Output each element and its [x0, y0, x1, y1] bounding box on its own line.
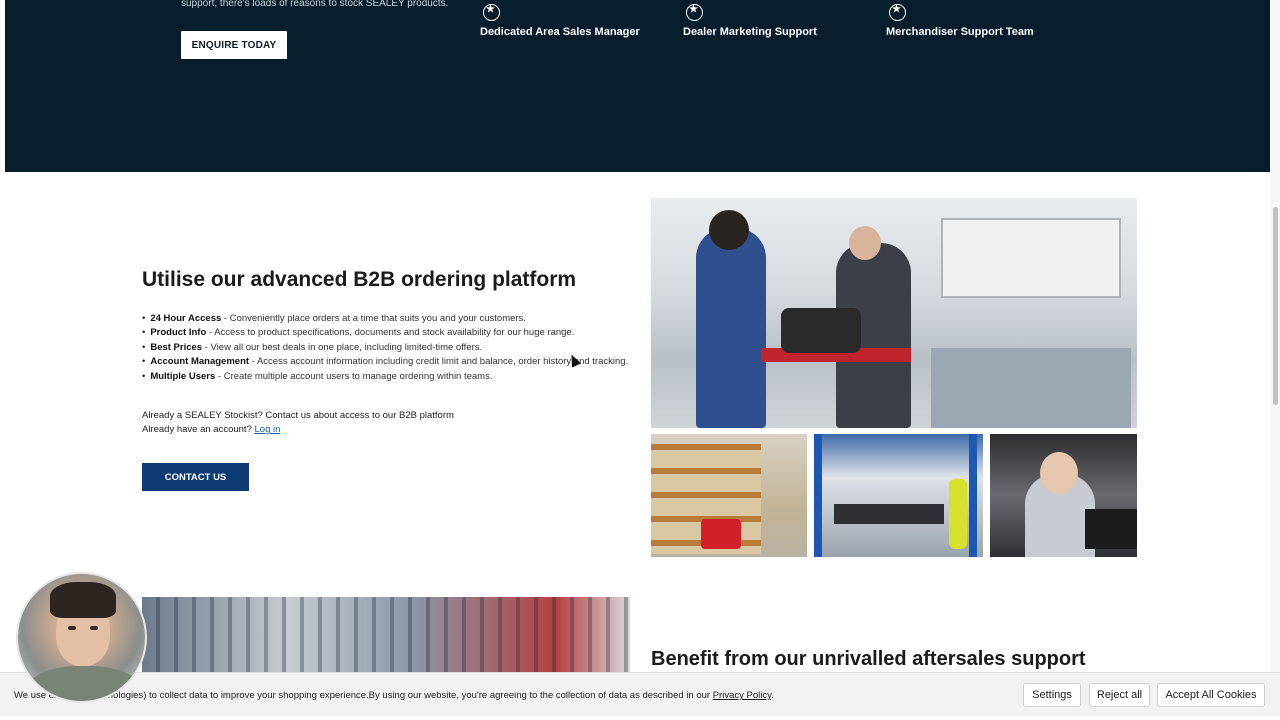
webcam-overlay [16, 572, 147, 703]
cookie-settings-button[interactable]: Settings [1023, 683, 1081, 707]
aftersales-section-title: Benefit from our unrivalled aftersales s… [651, 648, 1086, 670]
workshop-photo [651, 198, 1137, 428]
list-item: Best Prices - View all our best deals in… [142, 341, 628, 355]
page: support, there's loads of reasons to sto… [0, 0, 1280, 720]
call-centre-photo [990, 434, 1137, 557]
list-item-desc: - View all our best deals in one place, … [202, 341, 483, 353]
badge-icon [483, 4, 500, 21]
webcam-shirt [28, 666, 140, 701]
cookie-text-body: er similar technologies) to collect data… [48, 690, 713, 701]
cookie-text-suffix: . [771, 690, 774, 701]
list-item: 24 Hour Access - Conveniently place orde… [142, 312, 628, 326]
webcam-hair [50, 582, 116, 618]
list-item-term: Best Prices [150, 341, 203, 353]
badge-icon [889, 4, 906, 21]
stockist-contact-text: Already a SEALEY Stockist? Contact us ab… [142, 410, 454, 421]
list-item-term: Account Management [150, 356, 250, 368]
b2b-section-title: Utilise our advanced B2B ordering platfo… [142, 268, 577, 291]
list-item-desc: - Create multiple account users to manag… [215, 370, 493, 382]
cookie-consent-bar: We use er similar technologies) to colle… [0, 672, 1280, 716]
tools-display-photo [142, 597, 630, 677]
badge-icon [686, 4, 703, 21]
feature-dealer-marketing: Dealer Marketing Support [683, 4, 817, 38]
accept-all-cookies-button[interactable]: Accept All Cookies [1157, 683, 1265, 707]
feature-label: Dealer Marketing Support [683, 26, 817, 38]
feature-merchandiser-team: Merchandiser Support Team [886, 4, 1034, 38]
list-item-term: 24 Hour Access [150, 313, 222, 324]
list-item-desc: - Conveniently place orders at a time th… [221, 313, 526, 324]
webcam-eye [90, 626, 98, 630]
list-item: Product Info - Access to product specifi… [142, 326, 628, 340]
feature-label: Merchandiser Support Team [886, 26, 1034, 38]
stockist-benefits-band: support, there's loads of reasons to sto… [5, 0, 1270, 172]
list-item: Multiple Users - Create multiple account… [142, 370, 628, 384]
list-item-term: Multiple Users [150, 370, 216, 382]
storage-photo [814, 434, 983, 557]
warehouse-photo [651, 434, 807, 557]
list-item: Account Management - Access account info… [142, 355, 628, 369]
reject-all-button[interactable]: Reject all [1089, 683, 1150, 707]
feature-label: Dedicated Area Sales Manager [480, 26, 640, 38]
privacy-policy-link[interactable]: Privacy Policy [713, 690, 771, 701]
scrollbar-thumb[interactable] [1273, 207, 1278, 405]
feature-area-sales-manager: Dedicated Area Sales Manager [480, 4, 640, 38]
account-prefix: Already have an account? [142, 424, 255, 435]
webcam-eye [68, 626, 76, 630]
contact-us-button[interactable]: CONTACT US [142, 463, 249, 491]
list-item-desc: - Access to product specifications, docu… [206, 327, 575, 339]
list-item-term: Product Info [150, 327, 207, 339]
b2b-benefits-list: 24 Hour Access - Conveniently place orde… [142, 312, 628, 384]
hero-intro-text: support, there's loads of reasons to sto… [181, 0, 449, 9]
enquire-today-button[interactable]: ENQUIRE TODAY [181, 31, 287, 59]
login-link[interactable]: Log in [255, 424, 281, 435]
account-login-line: Already have an account? Log in [142, 424, 280, 435]
